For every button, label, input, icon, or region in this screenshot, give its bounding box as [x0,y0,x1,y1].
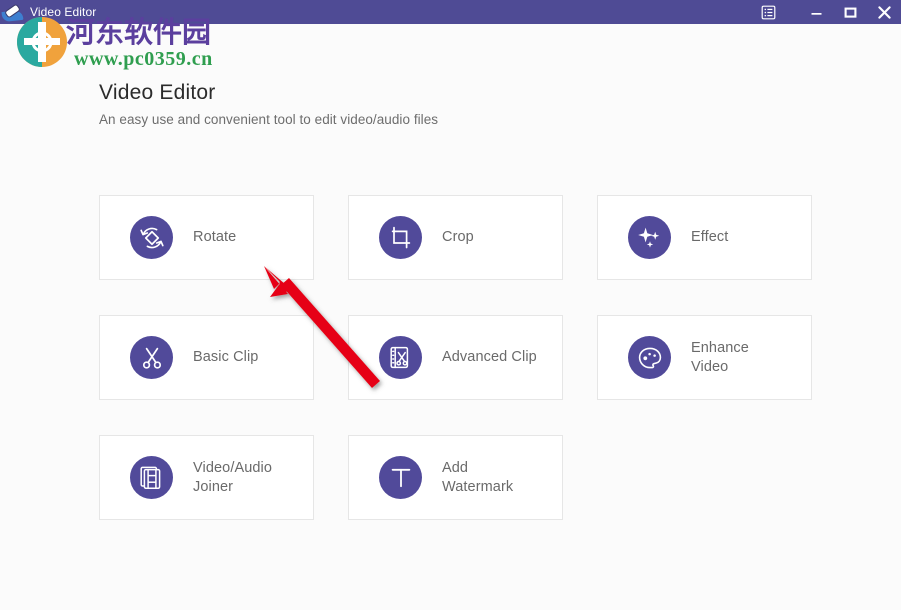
tool-card-label: Basic Clip [193,348,258,367]
tool-grid: Rotate Crop Effect [99,195,813,520]
rotate-icon [130,216,173,259]
video-editor-logo-icon [2,2,24,22]
window-title: Video Editor [30,5,96,19]
film-stack-icon [130,456,173,499]
tool-grid-empty-cell [597,435,812,520]
crop-icon [379,216,422,259]
menu-list-icon[interactable] [751,0,785,24]
text-t-icon [379,456,422,499]
page-subtitle: An easy use and convenient tool to edit … [99,112,438,127]
scissors-icon [130,336,173,379]
minimize-icon[interactable] [799,0,833,24]
tool-card-label: Advanced Clip [442,348,537,367]
sparkle-effect-icon [628,216,671,259]
tool-card-label: Video/Audio Joiner [193,459,272,497]
maximize-icon[interactable] [833,0,867,24]
tool-card-label: Rotate [193,228,236,247]
tool-card-label: Effect [691,228,728,247]
tool-card-enhance-video[interactable]: Enhance Video [597,315,812,400]
film-scissors-icon [379,336,422,379]
tool-card-crop[interactable]: Crop [348,195,563,280]
watermark-site-url: www.pc0359.cn [74,48,213,71]
tool-card-video-audio-joiner[interactable]: Video/Audio Joiner [99,435,314,520]
window-titlebar: Video Editor [0,0,901,24]
tool-card-basic-clip[interactable]: Basic Clip [99,315,314,400]
tool-card-label: Crop [442,228,474,247]
tool-card-add-watermark[interactable]: Add Watermark [348,435,563,520]
tool-card-label: Add Watermark [442,459,513,497]
page-title: Video Editor [99,81,215,105]
close-icon[interactable] [867,0,901,24]
tool-card-effect[interactable]: Effect [597,195,812,280]
palette-icon [628,336,671,379]
tool-card-advanced-clip[interactable]: Advanced Clip [348,315,563,400]
tool-card-rotate[interactable]: Rotate [99,195,314,280]
tool-card-label: Enhance Video [691,339,749,377]
